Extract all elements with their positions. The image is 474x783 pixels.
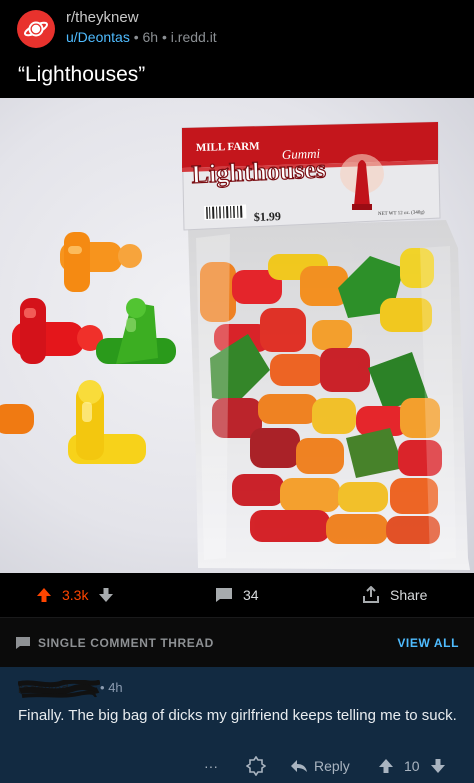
share-label: Share bbox=[390, 587, 428, 603]
comment-vote-group: 10 bbox=[378, 753, 446, 779]
downvote-icon[interactable] bbox=[98, 587, 114, 603]
upvote-icon[interactable] bbox=[36, 587, 52, 603]
comments-count: 34 bbox=[243, 587, 259, 603]
post-score: 3.3k bbox=[62, 587, 89, 603]
post-title[interactable]: “Lighthouses” bbox=[18, 63, 145, 87]
post-image[interactable]: MILL FARM Gummi Lighthouses $1.99 NET WT… bbox=[0, 98, 474, 573]
orange-gummy-partial bbox=[0, 404, 34, 434]
yellow-gummy bbox=[68, 380, 146, 464]
post-meta: u/Deontas • 6h • i.redd.it bbox=[66, 29, 217, 45]
comment-more-button[interactable]: ··· bbox=[204, 753, 218, 779]
planet-icon bbox=[23, 21, 49, 37]
red-gummy bbox=[12, 298, 103, 364]
orange-gummy bbox=[60, 232, 142, 292]
comment-upvote-icon[interactable] bbox=[378, 758, 394, 774]
view-all-link[interactable]: VIEW ALL bbox=[397, 636, 459, 650]
comment-award-button[interactable] bbox=[246, 753, 266, 779]
meta-separator: • bbox=[133, 29, 139, 45]
comment-meta: • 4h bbox=[100, 680, 123, 695]
award-icon bbox=[246, 756, 266, 776]
vote-group: 3.3k bbox=[36, 573, 114, 617]
more-icon: ··· bbox=[204, 758, 218, 774]
comment-downvote-icon[interactable] bbox=[430, 758, 446, 774]
meta-separator: • bbox=[161, 29, 167, 45]
post-action-bar: 3.3k 34 Share bbox=[0, 573, 474, 617]
comment: redacted • 4h Finally. The big bag of di… bbox=[0, 667, 474, 783]
comment-author-wrap[interactable]: redacted bbox=[18, 680, 100, 698]
post-domain[interactable]: i.redd.it bbox=[171, 29, 217, 45]
gummy-bag: MILL FARM Gummi Lighthouses $1.99 NET WT… bbox=[181, 121, 470, 570]
thread-label: SINGLE COMMENT THREAD bbox=[38, 636, 214, 650]
package-brand-text: MILL FARM bbox=[196, 140, 261, 154]
comment-age: 4h bbox=[108, 680, 123, 695]
post-author[interactable]: u/Deontas bbox=[66, 29, 130, 45]
thread-bar: SINGLE COMMENT THREAD VIEW ALL bbox=[0, 617, 474, 668]
comment-reply-button[interactable]: Reply bbox=[290, 753, 350, 779]
reply-label: Reply bbox=[314, 758, 350, 774]
share-button[interactable]: Share bbox=[362, 573, 427, 617]
gummi-lighthouses-photo: MILL FARM Gummi Lighthouses $1.99 NET WT… bbox=[0, 121, 470, 570]
share-icon bbox=[363, 586, 379, 603]
green-gummy bbox=[96, 298, 176, 364]
barcode bbox=[204, 204, 247, 220]
reply-icon bbox=[291, 760, 307, 772]
subreddit-avatar[interactable] bbox=[17, 10, 55, 48]
comment-body: Finally. The big bag of dicks my girlfri… bbox=[18, 707, 457, 724]
comment-thread-icon bbox=[16, 637, 30, 649]
package-name-text: Lighthouses bbox=[191, 154, 327, 189]
comment-icon bbox=[216, 588, 232, 602]
comments-button[interactable]: 34 bbox=[215, 573, 259, 617]
comment-action-bar: ··· Reply 10 bbox=[0, 753, 474, 779]
meta-separator: • bbox=[100, 680, 105, 695]
post-age: 6h bbox=[142, 29, 159, 45]
post-header: r/theyknew u/Deontas • 6h • i.redd.it “L… bbox=[0, 0, 474, 98]
redaction-scribble bbox=[18, 680, 100, 698]
package-price-text: $1.99 bbox=[254, 209, 281, 224]
subreddit-name[interactable]: r/theyknew bbox=[66, 9, 139, 26]
comment-score: 10 bbox=[404, 758, 420, 774]
